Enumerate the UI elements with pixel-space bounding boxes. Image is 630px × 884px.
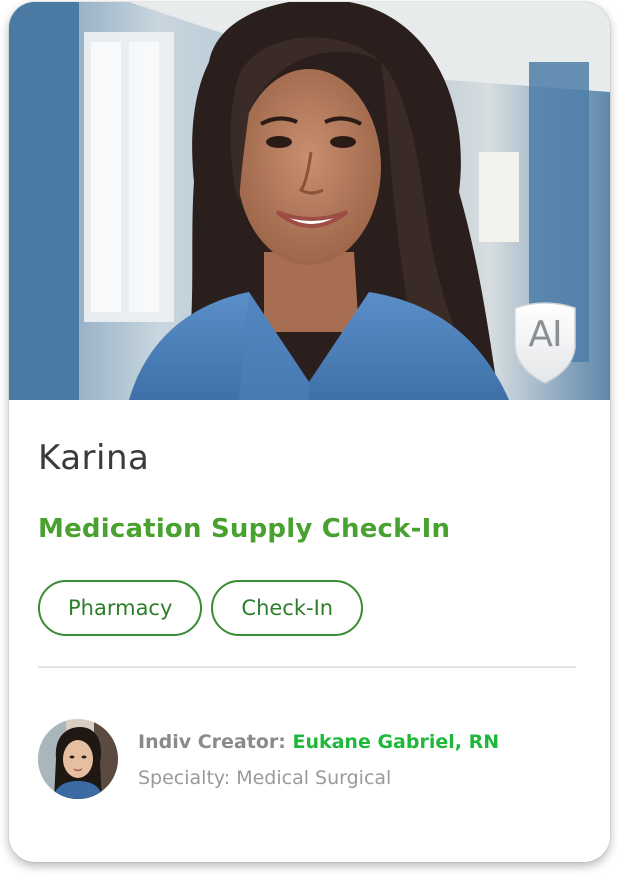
creator-name-link[interactable]: Eukane Gabriel, RN <box>292 731 499 753</box>
ai-badge-label: AI <box>528 314 562 355</box>
agent-name: Karina <box>38 438 150 478</box>
tag-list: Pharmacy Check-In <box>38 580 364 636</box>
creator-avatar[interactable] <box>38 719 118 799</box>
creator-avatar-image <box>38 719 118 799</box>
tag-check-in[interactable]: Check-In <box>211 580 364 636</box>
card-title[interactable]: Medication Supply Check-In <box>38 514 450 544</box>
tag-pharmacy[interactable]: Pharmacy <box>38 580 203 636</box>
hero-photo: AI <box>9 2 610 400</box>
creator-label: Indiv Creator: <box>138 731 286 753</box>
ai-badge: AI <box>512 298 578 384</box>
creator-line: Indiv Creator: Eukane Gabriel, RN <box>138 731 499 753</box>
creator-specialty: Specialty: Medical Surgical <box>138 767 392 789</box>
divider <box>38 666 576 668</box>
profile-card[interactable]: AI Karina Medication Supply Check-In Pha… <box>9 2 610 862</box>
